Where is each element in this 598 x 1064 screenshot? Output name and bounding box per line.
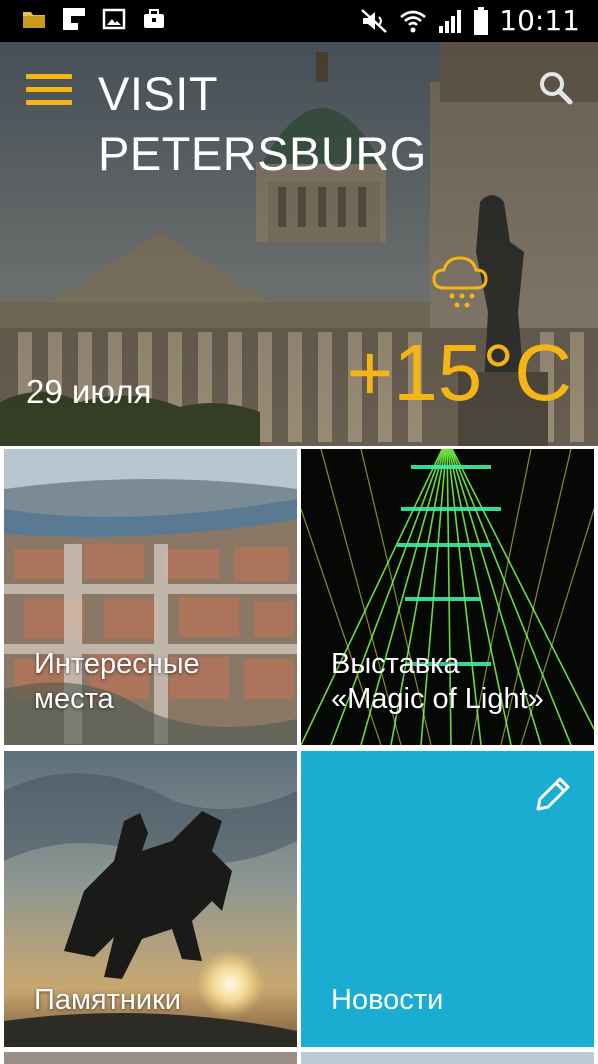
tile-label: Выставка «Magic of Light» <box>331 647 544 717</box>
tile-label-line1: Интересные <box>34 648 200 680</box>
pencil-icon <box>536 777 570 811</box>
search-icon[interactable] <box>536 68 576 108</box>
mute-icon <box>361 9 388 33</box>
tile-magic-of-light[interactable]: Выставка «Magic of Light» <box>301 449 594 745</box>
clock: 10:11 <box>499 4 580 37</box>
hamburger-menu-icon[interactable] <box>26 72 74 108</box>
tile-news[interactable]: Новости <box>301 751 594 1047</box>
battery-icon <box>474 7 489 35</box>
tile-partial-right[interactable] <box>301 1052 594 1064</box>
briefcase-icon <box>144 9 164 28</box>
app-title-line2: PETERSBURG <box>98 127 427 180</box>
tile-label: Интересные места <box>34 647 200 717</box>
tile-partial-left[interactable] <box>4 1052 297 1064</box>
flipboard-icon <box>63 8 85 30</box>
date: 29 июля <box>26 373 152 410</box>
temperature: +15°C <box>346 328 572 417</box>
app-title: VISIT PETERSBURG <box>98 64 427 184</box>
tile-label: Памятники <box>34 984 181 1016</box>
rain-cloud-icon <box>432 256 488 308</box>
tile-monuments[interactable]: Памятники <box>4 751 297 1047</box>
header-hero: VISIT PETERSBURG +15°C 29 июля <box>0 42 598 446</box>
tile-interesting-places[interactable]: Интересные места <box>4 449 297 745</box>
tile-label-line1: Выставка <box>331 648 460 680</box>
tile-label-line2: «Magic of Light» <box>331 683 544 715</box>
status-bar: 10:11 <box>0 0 598 42</box>
app-title-line1: VISIT <box>98 67 219 120</box>
folder-icon <box>23 12 45 28</box>
tile-label-line2: места <box>34 683 114 715</box>
wifi-icon <box>400 10 427 33</box>
signal-icon <box>439 10 462 33</box>
image-icon <box>102 8 126 30</box>
tile-label: Новости <box>331 984 444 1016</box>
